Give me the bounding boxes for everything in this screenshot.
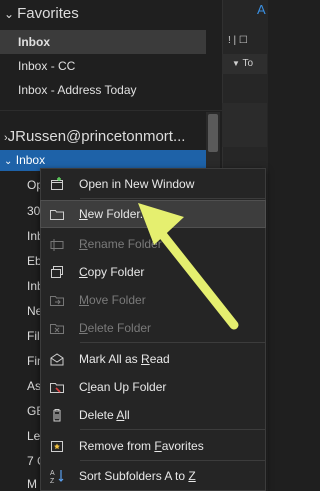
menu-item-accelerator: N (79, 207, 88, 221)
menu-separator (80, 460, 265, 461)
tab-all[interactable]: A (257, 2, 266, 17)
column-header-symbols: ! | ☐ (228, 35, 248, 46)
folder-item[interactable]: Op (27, 178, 41, 192)
menu-item-label: Remove from Favorites (73, 439, 204, 453)
divider (0, 110, 222, 111)
folder-item[interactable]: Le (27, 429, 41, 443)
delete-folder-icon (41, 320, 73, 336)
account-label: JRussen@princetonmort... (7, 128, 186, 145)
menu-item-label-pre: Sort Subfolders A to (79, 469, 189, 483)
rename-folder-icon (41, 236, 73, 252)
folder-item-label: Fin (27, 354, 41, 368)
menu-item-label: Mark All as Read (73, 352, 170, 366)
folder-item-label: GE (27, 404, 41, 418)
menu-separator (80, 429, 265, 430)
folder-item-label: Eb (27, 254, 41, 268)
group-header[interactable]: ▼ To (222, 54, 267, 74)
menu-item-label-pre: C (79, 380, 88, 394)
scrollbar-thumb[interactable] (208, 114, 218, 152)
svg-text:A: A (50, 470, 55, 477)
folder-item[interactable]: Inb (27, 229, 41, 243)
menu-item-label: Delete All (73, 408, 130, 422)
folder-item-label: Ne (27, 304, 41, 318)
menu-item-accelerator: D (79, 321, 88, 335)
menu-item-delete-all[interactable]: Delete All (41, 402, 265, 428)
delete-all-icon (41, 407, 73, 423)
folder-item-label: Inbox (15, 153, 46, 167)
menu-item-accelerator: R (141, 352, 150, 366)
sort-az-icon: AZ (41, 468, 73, 484)
menu-item-label-pre: Mark All as (79, 352, 142, 366)
folder-item[interactable]: 7 C (27, 454, 41, 468)
folder-item[interactable]: Eb (27, 254, 41, 268)
menu-item-label-rest: ll (124, 408, 130, 422)
folder-item[interactable]: GE (27, 404, 41, 418)
menu-item-label: Sort Subfolders A to Z (73, 469, 196, 483)
folder-item[interactable]: Fin (27, 354, 41, 368)
favorite-item-label: Inbox (18, 35, 50, 49)
menu-item-open-in-new-window[interactable]: Open in New Window (41, 171, 265, 197)
open-window-icon (41, 176, 73, 192)
annotation-arrow-icon (138, 203, 239, 330)
menu-item-label-pre: Remove from (79, 439, 155, 453)
favorite-item-inbox-address-today[interactable]: Inbox - Address Today (0, 78, 188, 102)
menu-item-accelerator: C (79, 265, 88, 279)
menu-item-sort-subfolders[interactable]: AZ Sort Subfolders A to Z (41, 463, 265, 489)
column-header-row[interactable]: ! | ☐ (228, 35, 267, 49)
folder-item[interactable]: 30 (27, 204, 41, 218)
message-row[interactable] (222, 103, 267, 147)
menu-item-label-rest: avorites (161, 439, 204, 453)
folder-item[interactable]: Fil (27, 329, 41, 343)
folder-item-label: Le (27, 429, 41, 443)
favorites-star-icon (41, 438, 73, 454)
favorite-item-label: Inbox - Address Today (18, 83, 137, 97)
group-header-label: To (242, 58, 254, 69)
folder-item-label: 7 C (27, 454, 41, 468)
chevron-down-icon: ▼ (232, 59, 240, 68)
menu-item-clean-up-folder[interactable]: Clean Up Folder (41, 374, 265, 400)
chevron-down-icon[interactable]: ⌄ (4, 7, 14, 21)
folder-item-label: M (27, 477, 37, 491)
menu-item-accelerator: Z (188, 469, 196, 483)
tab-label: A (257, 2, 266, 17)
folder-item-label: As (27, 379, 41, 393)
folder-item[interactable]: As (27, 379, 41, 393)
favorite-item-inbox[interactable]: Inbox (0, 30, 206, 54)
folder-item[interactable]: Inb (27, 279, 41, 293)
favorite-item-label: Inbox - CC (18, 59, 76, 73)
menu-item-label: Open in New Window (79, 177, 195, 191)
menu-item-label-rest: ean Up Folder (90, 380, 167, 394)
favorites-header[interactable]: ⌄ Favorites (4, 5, 79, 22)
menu-item-label-rest: ead (149, 352, 170, 366)
copy-folder-icon (41, 264, 73, 280)
folder-item[interactable]: Ne (27, 304, 41, 318)
menu-item-label-pre: Delete (79, 408, 117, 422)
favorites-label: Favorites (17, 5, 79, 22)
menu-item-accelerator: M (79, 293, 89, 307)
account-header[interactable]: ›JRussen@princetonmort... (4, 128, 209, 145)
move-folder-icon (41, 292, 73, 308)
menu-item-accelerator: R (79, 237, 88, 251)
chevron-down-icon[interactable]: ⌄ (4, 156, 12, 167)
folder-item[interactable]: M (27, 477, 41, 491)
folder-item-label: Fil (27, 329, 40, 343)
folder-item-label: Inb (27, 279, 41, 293)
favorite-item-inbox-cc[interactable]: Inbox - CC (0, 54, 188, 78)
folder-item-label: 30 (27, 204, 41, 218)
menu-item-mark-all-as-read[interactable]: Mark All as Read (41, 346, 265, 372)
svg-text:Z: Z (50, 478, 55, 484)
folder-item-label: Inb (27, 229, 41, 243)
menu-item-remove-from-favorites[interactable]: Remove from Favorites (41, 433, 265, 459)
new-folder-icon (41, 206, 73, 222)
menu-item-label: Clean Up Folder (73, 380, 166, 394)
mark-read-icon (41, 351, 73, 367)
menu-item-accelerator: F (154, 439, 162, 453)
folder-item-label: Op (27, 178, 41, 192)
clean-up-icon (41, 379, 73, 395)
